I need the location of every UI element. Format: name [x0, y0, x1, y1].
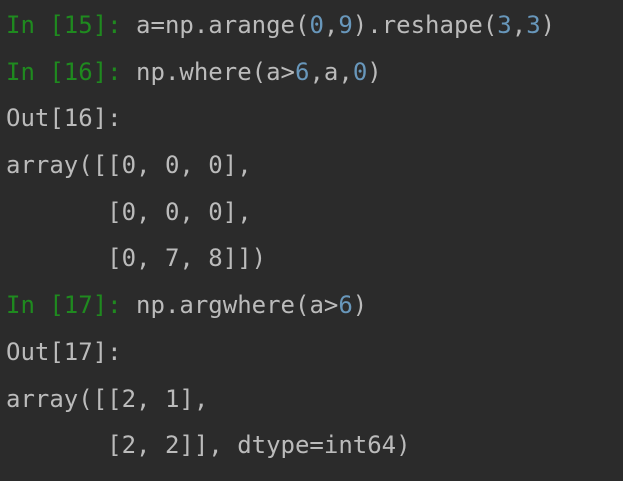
output-text: Out[17]:: [6, 337, 122, 366]
console-line: In [16]: np.where(a>6,a,0): [6, 53, 555, 100]
output-text: [0, 7, 8]]): [6, 244, 267, 273]
console-line: Out[16]:: [6, 99, 555, 146]
output-text: [0, 0, 0],: [6, 197, 252, 226]
console-line: [0, 7, 8]]): [6, 239, 555, 286]
console-line: In [15]: a=np.arange(0,9).reshape(3,3): [6, 6, 555, 53]
output-text: Out[16]:: [6, 104, 122, 133]
code-text: ): [352, 291, 368, 320]
input-prompt: In [17]:: [6, 291, 137, 320]
number-literal: 3: [497, 11, 512, 39]
console-line: [2, 2]], dtype=int64): [6, 426, 555, 473]
output-text: [2, 2]], dtype=int64): [6, 431, 411, 460]
number-literal: 6: [295, 57, 310, 86]
number-literal: 0: [352, 57, 368, 86]
code-text: a=np.arange(: [136, 11, 310, 39]
code-text: np.where(a>: [136, 57, 295, 86]
python-console-output[interactable]: In [15]: a=np.arange(0,9).reshape(3,3) In…: [6, 6, 555, 473]
code-text: ).reshape(: [352, 11, 498, 39]
input-prompt: In [16]:: [6, 57, 137, 86]
output-text: array([[0, 0, 0],: [6, 151, 252, 180]
console-line: In [17]: np.argwhere(a>6): [6, 286, 555, 333]
console-line: Out[17]:: [6, 333, 555, 380]
code-text: np.argwhere(a>: [136, 291, 339, 320]
console-line: [0, 0, 0],: [6, 193, 555, 240]
output-text: array([[2, 1],: [6, 384, 209, 413]
number-literal: 0: [309, 11, 324, 39]
code-text: ): [367, 57, 382, 86]
code-text: ,a,: [309, 57, 353, 86]
code-text: ): [540, 11, 556, 39]
code-text: ,: [323, 11, 339, 39]
code-text: ,: [511, 11, 527, 39]
number-literal: 3: [526, 11, 541, 39]
number-literal: 9: [338, 11, 353, 39]
console-line: array([[0, 0, 0],: [6, 146, 555, 193]
console-line: array([[2, 1],: [6, 380, 555, 427]
number-literal: 6: [338, 291, 353, 320]
input-prompt: In [15]:: [6, 11, 137, 39]
